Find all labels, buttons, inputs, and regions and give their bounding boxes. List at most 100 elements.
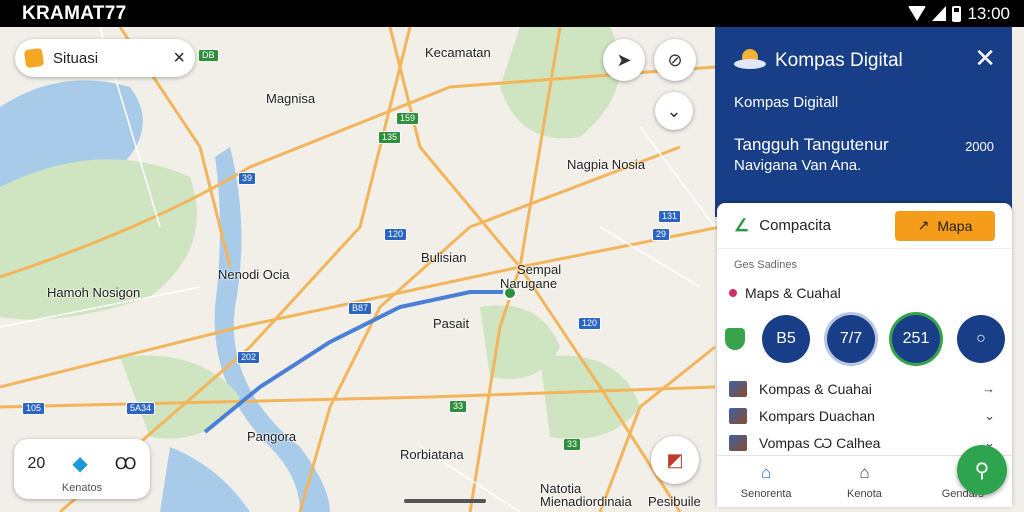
mode-count[interactable]: 20 bbox=[28, 455, 46, 473]
map-button-label: Mapa bbox=[937, 217, 973, 234]
shortcut-row: B5 7/7 251 ○ bbox=[717, 301, 1012, 363]
clock: 13:00 bbox=[967, 3, 1010, 23]
maps-row-label: Maps & Cuahal bbox=[745, 285, 841, 301]
list-item-label: Vompas Ѡ Calhea bbox=[759, 434, 881, 451]
signal-icon bbox=[932, 6, 947, 21]
close-icon[interactable]: × bbox=[173, 48, 185, 68]
search-fab[interactable]: ⚲ bbox=[957, 445, 1007, 495]
thumbnail-icon bbox=[729, 380, 747, 397]
road-shield: 33 bbox=[563, 438, 582, 451]
layers-button[interactable]: ◩ bbox=[651, 436, 699, 484]
chevron-right-icon: → bbox=[982, 381, 995, 396]
home-icon: ⌂ bbox=[761, 463, 772, 482]
list-item-label: Kompars Duachan bbox=[759, 407, 875, 424]
wifi-icon bbox=[908, 6, 927, 21]
street-c bbox=[599, 226, 701, 288]
edit-icon[interactable]: ∠ bbox=[734, 216, 749, 236]
map-label: Narugane bbox=[500, 276, 558, 291]
tag-icon bbox=[23, 47, 45, 69]
navigation-button[interactable]: ➤ bbox=[603, 39, 645, 81]
panel-header: Kompas Digital ✕ Kompas Digitall Tangguh… bbox=[715, 27, 1012, 217]
list-item[interactable]: Kompars Duachan ⌄ bbox=[717, 402, 1012, 429]
expand-button[interactable]: ⌄ bbox=[655, 92, 693, 130]
map-button[interactable]: ↗ Mapa bbox=[895, 210, 995, 241]
map-label: Sempal bbox=[517, 262, 562, 277]
compass-button[interactable]: ⊘ bbox=[654, 39, 696, 81]
thumbnail-icon bbox=[729, 434, 747, 451]
maps-row[interactable]: Maps & Cuahal bbox=[717, 271, 1012, 301]
tab-label: Senorenta bbox=[740, 488, 792, 500]
map-label: Rorbiatana bbox=[400, 447, 464, 462]
battery-icon bbox=[952, 5, 962, 22]
map-label: Nagpia Nosia bbox=[567, 157, 646, 172]
road-shield: 159 bbox=[396, 112, 420, 125]
road-shield: 120 bbox=[578, 317, 602, 330]
tab-home[interactable]: ⌂ Senorenta bbox=[726, 463, 806, 500]
panel-subtitle-2: Navigana Van Ana. bbox=[734, 157, 862, 174]
shield-icon[interactable] bbox=[725, 328, 745, 350]
status-icons: 13:00 bbox=[908, 4, 1010, 24]
tab-label: Kenota bbox=[847, 488, 882, 500]
shortcut-circle[interactable]: 7/7 bbox=[827, 315, 875, 363]
map-label: Mienadiordinaia bbox=[540, 494, 632, 509]
road-shield: 105 bbox=[22, 402, 46, 415]
road-i bbox=[598, 345, 716, 512]
list-item-label: Kompas & Cuahai bbox=[759, 380, 872, 397]
arrow-icon: ↗ bbox=[917, 217, 930, 233]
layers-icon: ◩ bbox=[666, 449, 684, 470]
search-icon: ⚲ bbox=[974, 459, 990, 482]
weather-icon bbox=[734, 49, 766, 69]
home-indicator[interactable] bbox=[404, 499, 486, 503]
mode-caption: Kenatos bbox=[61, 482, 103, 494]
pin-icon bbox=[729, 289, 737, 297]
mode-option-icon[interactable]: Ꝏ bbox=[115, 454, 137, 474]
map-label: Bulisian bbox=[421, 250, 467, 265]
thumbnail-icon bbox=[729, 407, 747, 424]
shortcut-circle[interactable]: 251 bbox=[892, 315, 940, 363]
map-label: Kecamatan bbox=[425, 45, 491, 60]
road-shield: 120 bbox=[384, 228, 408, 241]
sheet-title-group: ∠ Compacita bbox=[734, 216, 831, 236]
chevron-down-icon: ⌄ bbox=[984, 407, 995, 423]
chevron-down-icon: ⌄ bbox=[666, 100, 682, 121]
map-label: Pasait bbox=[433, 316, 470, 331]
panel-heading-value: 2000 bbox=[965, 139, 994, 154]
close-icon[interactable]: ✕ bbox=[974, 45, 996, 71]
map-label: Hamoh Nosigon bbox=[47, 285, 141, 300]
map-label: Nenodi Ocia bbox=[218, 267, 290, 282]
map-label: Pesibuile bbox=[648, 494, 701, 509]
map-label: Pangora bbox=[247, 429, 297, 444]
places-icon: ⌂ bbox=[859, 463, 870, 482]
section-label: Ges Sadines bbox=[734, 259, 797, 271]
lake-south bbox=[160, 447, 250, 512]
side-panel: Kompas Digital ✕ Kompas Digitall Tangguh… bbox=[715, 27, 1012, 507]
shortcut-circle[interactable]: ○ bbox=[957, 315, 1005, 363]
search-chip[interactable]: Situasi × bbox=[15, 39, 195, 77]
diamond-icon[interactable]: ◆ bbox=[72, 451, 87, 476]
panel-heading: Tangguh Tangutenur bbox=[734, 135, 889, 154]
tab-places[interactable]: ⌂ Kenota bbox=[824, 463, 904, 500]
road-shield: 202 bbox=[237, 351, 261, 364]
navigation-arrow-icon: ➤ bbox=[616, 49, 632, 70]
app-label: KRAMAT77 bbox=[22, 2, 127, 24]
road-shield: 39 bbox=[238, 172, 257, 185]
shortcut-circle[interactable]: B5 bbox=[762, 315, 810, 363]
road-shield: 131 bbox=[658, 210, 682, 223]
status-bar: KRAMAT77 13:00 bbox=[0, 0, 1024, 27]
compass-icon: ⊘ bbox=[667, 49, 683, 70]
sheet-header: ∠ Compacita ↗ Mapa bbox=[717, 203, 1012, 249]
map-label: Magnisa bbox=[266, 91, 316, 106]
road-shield: 33 bbox=[449, 400, 468, 413]
road-shield: 29 bbox=[652, 228, 671, 241]
sheet-title: Compacita bbox=[759, 217, 831, 234]
road-shield: 5A34 bbox=[126, 402, 156, 415]
road-shield: B87 bbox=[348, 302, 373, 315]
mode-card: 20 ◆ Ꝏ Kenatos bbox=[14, 439, 150, 499]
list-item[interactable]: Kompas & Cuahai → bbox=[717, 375, 1012, 402]
app-title: Kompas Digital bbox=[775, 50, 903, 71]
panel-subtitle: Kompas Digitall bbox=[734, 94, 839, 111]
road-shield: DB bbox=[198, 49, 219, 62]
road-shield: 135 bbox=[378, 131, 402, 144]
search-chip-label: Situasi bbox=[53, 49, 99, 67]
